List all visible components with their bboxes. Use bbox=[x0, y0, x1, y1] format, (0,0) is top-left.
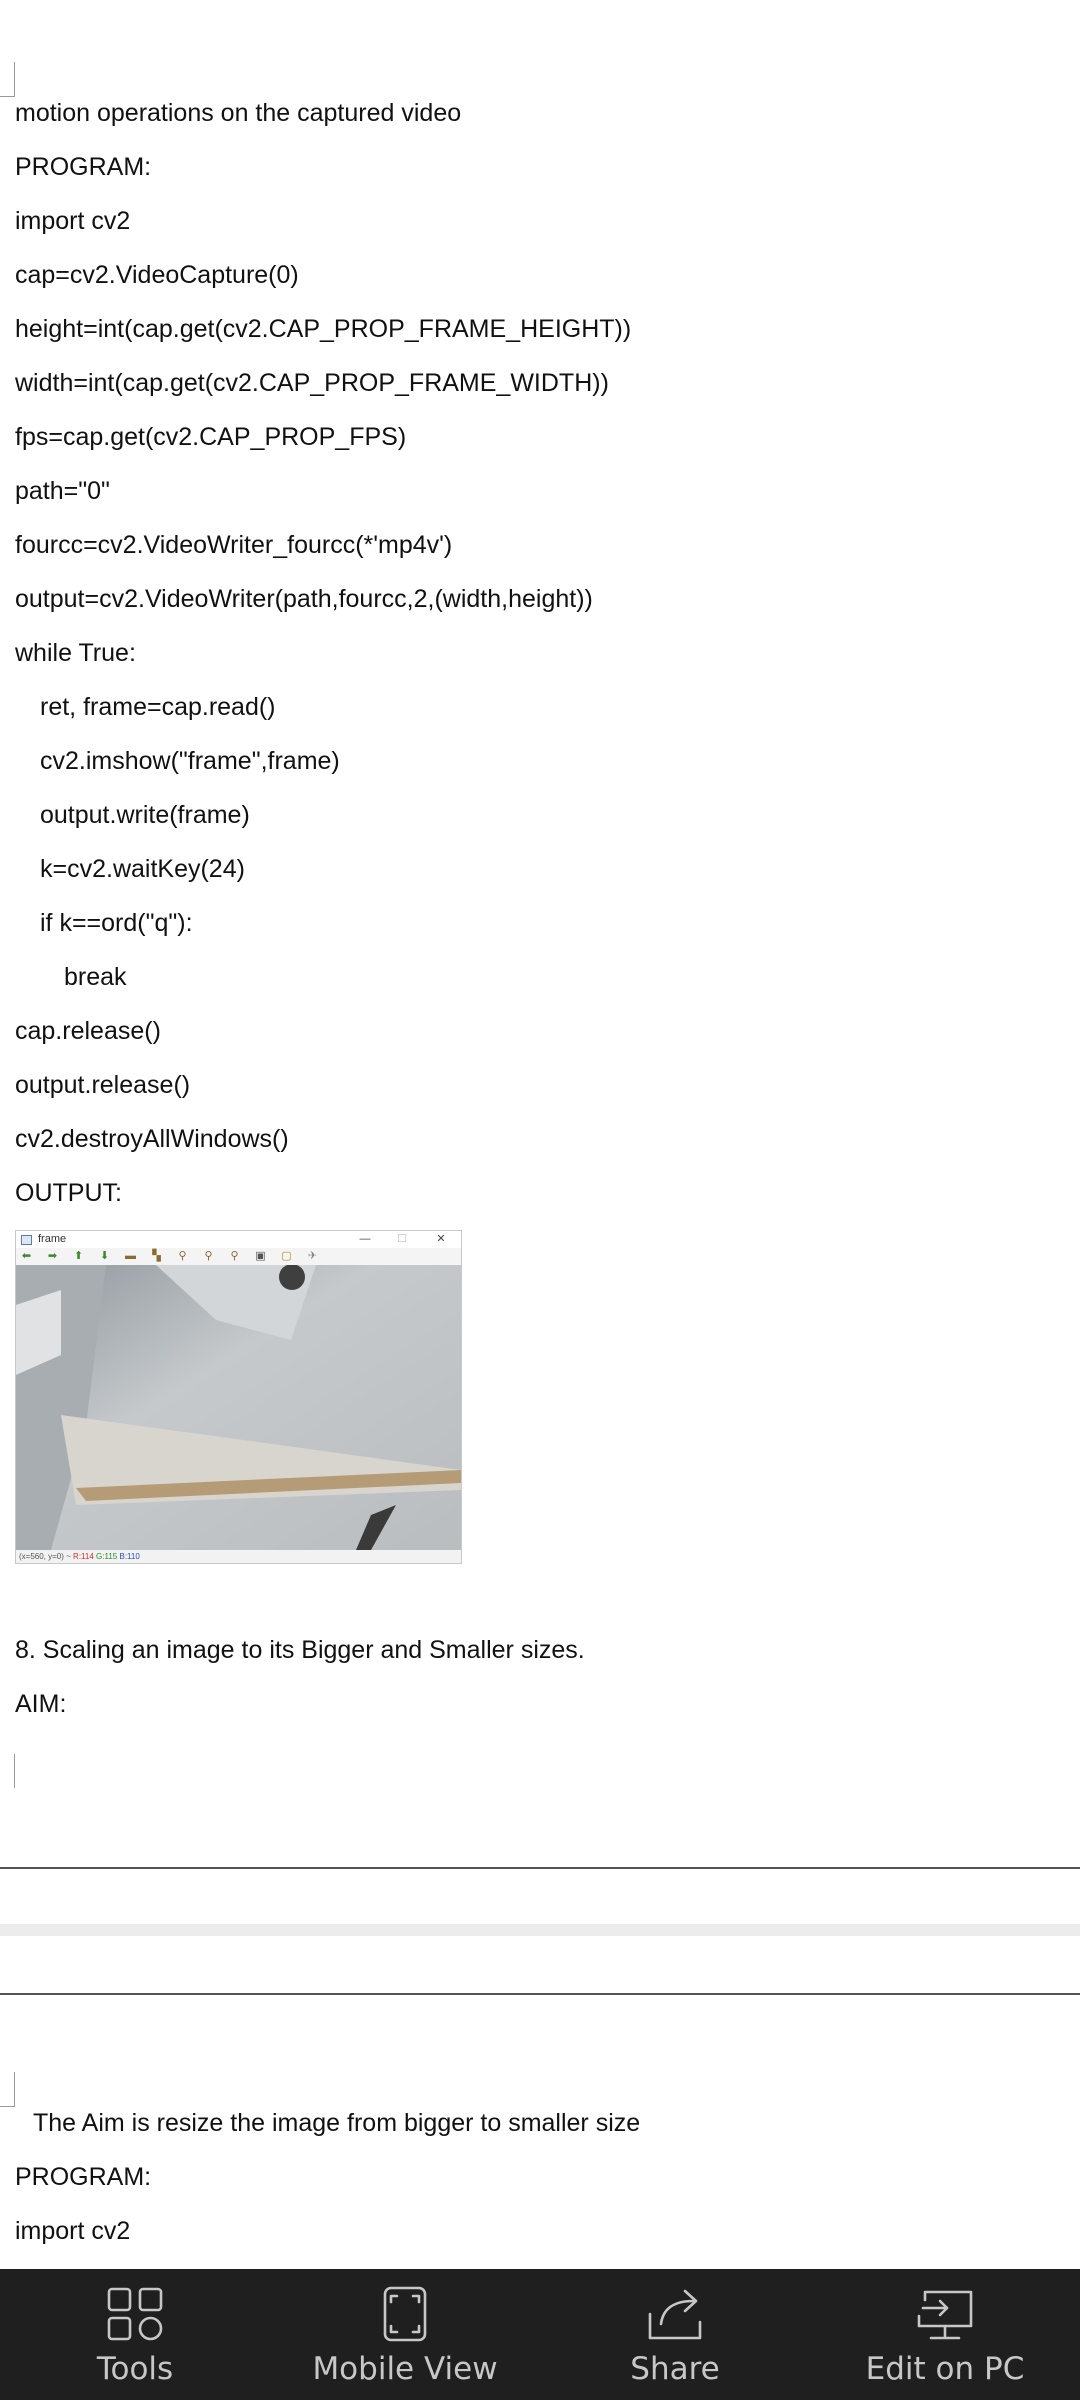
page-corner-mark bbox=[0, 2072, 15, 2107]
code-line: output.write(frame) bbox=[40, 801, 250, 829]
page-corner-mark bbox=[0, 62, 15, 97]
arrow-right-icon: ➡ bbox=[47, 1250, 58, 1262]
frame-status-bar: (x=560, y=0) ~ R:114 G:115 B:110 bbox=[16, 1550, 461, 1563]
status-blue: B:110 bbox=[119, 1552, 140, 1561]
output-frame-window: frame — ☐ ✕ ⬅ ➡ ⬆ ⬇ ▬ ▚ ⚲ ⚲ ⚲ ▣ ▢ ✈ (x=5… bbox=[15, 1230, 462, 1564]
page-corner-mark bbox=[0, 1754, 15, 1788]
save-icon: ▣ bbox=[255, 1250, 266, 1262]
code-line: cap=cv2.VideoCapture(0) bbox=[15, 261, 299, 289]
doc-text-line: motion operations on the captured video bbox=[15, 99, 462, 127]
section-heading: 8. Scaling an image to its Bigger and Sm… bbox=[15, 1636, 585, 1664]
code-line: fourcc=cv2.VideoWriter_fourcc(*'mp4v') bbox=[15, 531, 453, 559]
code-line: import cv2 bbox=[15, 2217, 131, 2245]
code-line: cv2.destroyAllWindows() bbox=[15, 1125, 289, 1153]
status-red: R:114 bbox=[73, 1552, 94, 1561]
tools-button[interactable]: Tools bbox=[0, 2269, 270, 2400]
code-line: path="0" bbox=[15, 477, 110, 505]
minimize-icon: — bbox=[359, 1233, 371, 1245]
code-line: cv2.imshow("frame",frame) bbox=[40, 747, 340, 775]
share-icon bbox=[648, 2289, 702, 2340]
copy-icon: ▢ bbox=[281, 1250, 292, 1262]
mobile-view-button[interactable]: Mobile View bbox=[270, 2269, 540, 2400]
doc-text-line: PROGRAM: bbox=[15, 2163, 152, 2191]
bottom-action-bar: Tools Mobile View Share Edit on PC bbox=[0, 2269, 1080, 2400]
code-line: if k==ord("q"): bbox=[40, 909, 193, 937]
code-line: width=int(cap.get(cv2.CAP_PROP_FRAME_WID… bbox=[15, 369, 609, 397]
status-green: G:115 bbox=[96, 1552, 118, 1561]
properties-icon: ✈ bbox=[307, 1250, 318, 1262]
doc-text-line: PROGRAM: bbox=[15, 153, 152, 181]
code-line: cap.release() bbox=[15, 1017, 161, 1045]
code-line: while True: bbox=[15, 639, 136, 667]
page-gap bbox=[0, 1924, 1080, 1936]
status-coords: (x=560, y=0) ~ bbox=[19, 1552, 71, 1561]
arrow-left-icon: ⬅ bbox=[21, 1250, 32, 1262]
frame-titlebar: frame — ☐ ✕ bbox=[16, 1231, 461, 1248]
share-label: Share bbox=[630, 2351, 720, 2387]
zoom-out-icon: ⚲ bbox=[230, 1250, 239, 1262]
code-line: height=int(cap.get(cv2.CAP_PROP_FRAME_HE… bbox=[15, 315, 632, 343]
camera-frame-image bbox=[16, 1265, 461, 1550]
edit-on-pc-icon bbox=[917, 2290, 973, 2340]
fit-icon: ▚ bbox=[152, 1250, 161, 1262]
code-line: k=cv2.waitKey(24) bbox=[40, 855, 245, 883]
code-line: output.release() bbox=[15, 1071, 191, 1099]
edit-on-pc-label: Edit on PC bbox=[865, 2351, 1025, 2387]
maximize-icon: ☐ bbox=[397, 1233, 407, 1245]
share-button[interactable]: Share bbox=[540, 2269, 810, 2400]
code-line: import cv2 bbox=[15, 207, 131, 235]
frame-toolbar: ⬅ ➡ ⬆ ⬇ ▬ ▚ ⚲ ⚲ ⚲ ▣ ▢ ✈ bbox=[16, 1248, 461, 1265]
mobile-view-label: Mobile View bbox=[312, 2351, 498, 2387]
code-line: break bbox=[64, 963, 127, 991]
aim-label: AIM: bbox=[15, 1690, 67, 1718]
page-divider bbox=[0, 1993, 1080, 1995]
window-app-icon bbox=[21, 1235, 32, 1245]
code-line: fps=cap.get(cv2.CAP_PROP_FPS) bbox=[15, 423, 407, 451]
code-line: ret, frame=cap.read() bbox=[40, 693, 276, 721]
tools-grid-icon bbox=[107, 2287, 163, 2341]
frame-title: frame bbox=[38, 1233, 67, 1245]
doc-text-line: The Aim is resize the image from bigger … bbox=[33, 2109, 641, 2137]
code-line: output=cv2.VideoWriter(path,fourcc,2,(wi… bbox=[15, 585, 593, 613]
arrow-down-icon: ⬇ bbox=[99, 1250, 110, 1262]
tools-label: Tools bbox=[96, 2351, 174, 2387]
image-icon: ▬ bbox=[125, 1250, 136, 1262]
zoom-icon: ⚲ bbox=[178, 1250, 187, 1262]
arrow-up-icon: ⬆ bbox=[73, 1250, 84, 1262]
edit-on-pc-button[interactable]: Edit on PC bbox=[810, 2269, 1080, 2400]
close-icon: ✕ bbox=[436, 1233, 446, 1245]
zoom-in-icon: ⚲ bbox=[204, 1250, 213, 1262]
page-divider bbox=[0, 1867, 1080, 1869]
output-label: OUTPUT: bbox=[15, 1179, 122, 1207]
mobile-view-icon bbox=[383, 2286, 427, 2342]
